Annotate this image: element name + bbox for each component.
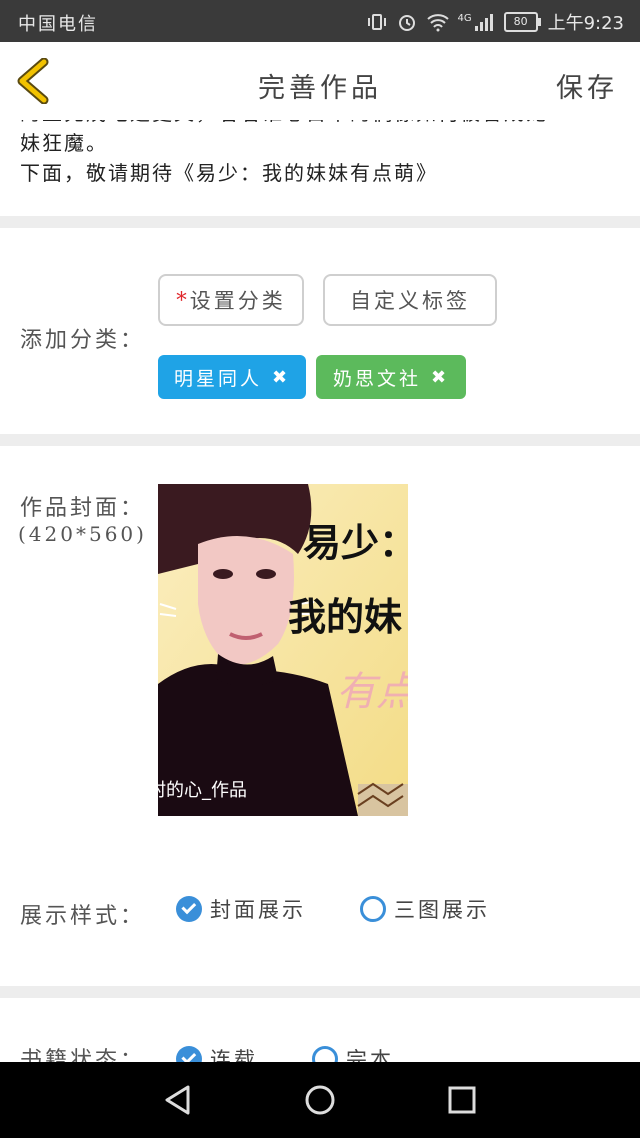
circle-home-icon xyxy=(305,1085,335,1115)
remove-tag-icon[interactable]: ✖ xyxy=(431,367,449,388)
status-bar: 中国电信 4G 80 上午9:23 xyxy=(0,0,640,42)
description-line: 的上充戊电翅更文，看看谁心目中的偶像如何被誉成宠 xyxy=(20,120,620,128)
alarm-icon xyxy=(397,12,417,32)
tag-chip[interactable]: 明星同人 ✖ xyxy=(158,355,306,399)
vibrate-icon xyxy=(367,12,387,32)
cover-label: 作品封面： xyxy=(20,496,146,521)
description-line: 妹狂魔。 xyxy=(20,131,108,155)
battery-icon: 80 xyxy=(503,12,541,32)
triangle-back-icon xyxy=(165,1085,190,1115)
display-style-label: 展示样式： xyxy=(20,904,146,929)
wifi-icon xyxy=(427,12,450,32)
network-type: 4G xyxy=(457,12,472,24)
radio-unchecked-icon xyxy=(360,896,386,922)
display-option-three-images[interactable]: 三图展示 xyxy=(360,894,490,924)
set-category-label: 设置分类 xyxy=(189,289,286,313)
nav-back-button[interactable] xyxy=(162,1084,194,1116)
cover-section: 作品封面： (420*560) 易少： 我的妹 有点 的心_作品 展示样式： 封… xyxy=(0,446,640,986)
category-label: 添加分类： xyxy=(20,328,146,353)
custom-tag-button[interactable]: 自定义标签 xyxy=(323,274,497,326)
system-nav-bar xyxy=(0,1062,640,1138)
required-mark: * xyxy=(176,288,190,312)
carrier-name: 中国电信 xyxy=(18,14,98,35)
square-recents-icon xyxy=(448,1086,476,1114)
display-option-label: 三图展示 xyxy=(394,898,490,922)
description-line: 下面，敬请期待《易少：我的妹妹有点萌》 xyxy=(20,161,438,185)
tag-chip[interactable]: 奶思文社 ✖ xyxy=(316,355,466,399)
page-title: 完善作品 xyxy=(258,73,382,104)
display-option-label: 封面展示 xyxy=(210,898,306,922)
clock: 上午9:23 xyxy=(547,13,624,34)
cover-credit: 村的心_作品 xyxy=(158,780,247,801)
nav-home-button[interactable] xyxy=(304,1084,336,1116)
cover-title-1: 易少： xyxy=(303,521,408,565)
description-section: 的上充戊电翅更文，看看谁心目中的偶像如何被誉成宠 妹狂魔。 下面，敬请期待《易少… xyxy=(0,120,640,216)
custom-tag-label: 自定义标签 xyxy=(350,289,470,313)
cover-image[interactable]: 易少： 我的妹 有点 村的心_作品 xyxy=(158,484,408,816)
nav-recents-button[interactable] xyxy=(446,1084,478,1116)
display-option-cover[interactable]: 封面展示 xyxy=(176,894,306,924)
description-text[interactable]: 的上充戊电翅更文，看看谁心目中的偶像如何被誉成宠 妹狂魔。 下面，敬请期待《易少… xyxy=(20,120,620,188)
category-section: 添加分类： * 设置分类 自定义标签 明星同人 ✖ 奶思文社 ✖ xyxy=(0,228,640,434)
signal-icon xyxy=(474,12,494,32)
radio-checked-icon xyxy=(176,896,202,922)
save-button[interactable]: 保存 xyxy=(556,66,618,105)
cover-size-hint: (420*560) xyxy=(18,522,147,546)
set-category-button[interactable]: * 设置分类 xyxy=(158,274,304,326)
cover-title-2: 我的妹 xyxy=(288,595,403,639)
tag-label: 奶思文社 xyxy=(332,367,421,390)
remove-tag-icon[interactable]: ✖ xyxy=(272,367,290,388)
tag-label: 明星同人 xyxy=(173,367,262,390)
app-header: 完善作品 保存 xyxy=(0,42,640,121)
cover-title-3: 有点 xyxy=(336,669,408,715)
